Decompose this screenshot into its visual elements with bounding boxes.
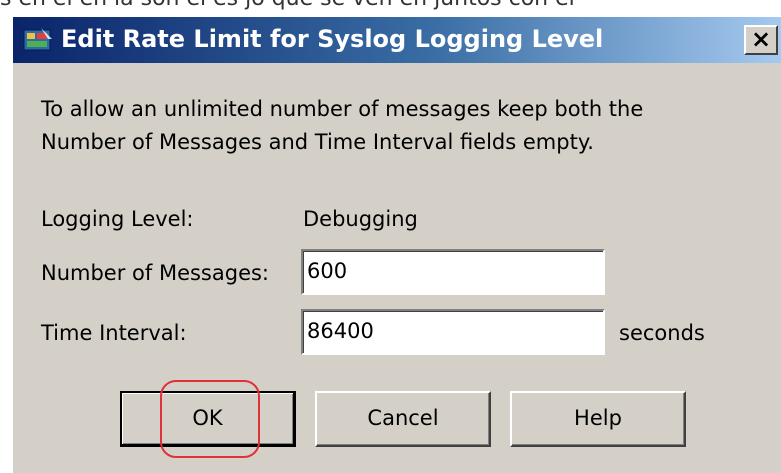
logging-level-label: Logging Level: [41, 207, 194, 231]
time-interval-unit: seconds [619, 321, 705, 345]
ok-button[interactable]: OK [120, 391, 296, 447]
help-button[interactable]: Help [510, 391, 686, 447]
edit-rate-limit-dialog: Edit Rate Limit for Syslog Logging Level… [12, 16, 781, 473]
close-icon: × [750, 25, 772, 53]
info-message: To allow an unlimited number of messages… [41, 93, 761, 159]
asdm-app-icon [23, 27, 53, 53]
number-of-messages-label: Number of Messages: [41, 261, 270, 285]
screenshot-stage: s en el en la son el es jo que se ven en… [0, 0, 781, 473]
time-interval-field[interactable]: 86400 [301, 309, 605, 355]
info-line-1: To allow an unlimited number of messages… [41, 97, 644, 121]
time-interval-label: Time Interval: [41, 321, 187, 345]
number-of-messages-field[interactable]: 600 [301, 249, 605, 295]
dialog-titlebar[interactable]: Edit Rate Limit for Syslog Logging Level… [13, 17, 781, 63]
background-page-text: s en el en la son el es jo que se ven en… [0, 0, 781, 11]
dialog-title: Edit Rate Limit for Syslog Logging Level [61, 25, 604, 53]
info-line-2: Number of Messages and Time Interval fie… [41, 130, 594, 154]
close-button[interactable]: × [744, 25, 778, 55]
cancel-button[interactable]: Cancel [315, 391, 491, 447]
logging-level-value: Debugging [303, 207, 418, 231]
